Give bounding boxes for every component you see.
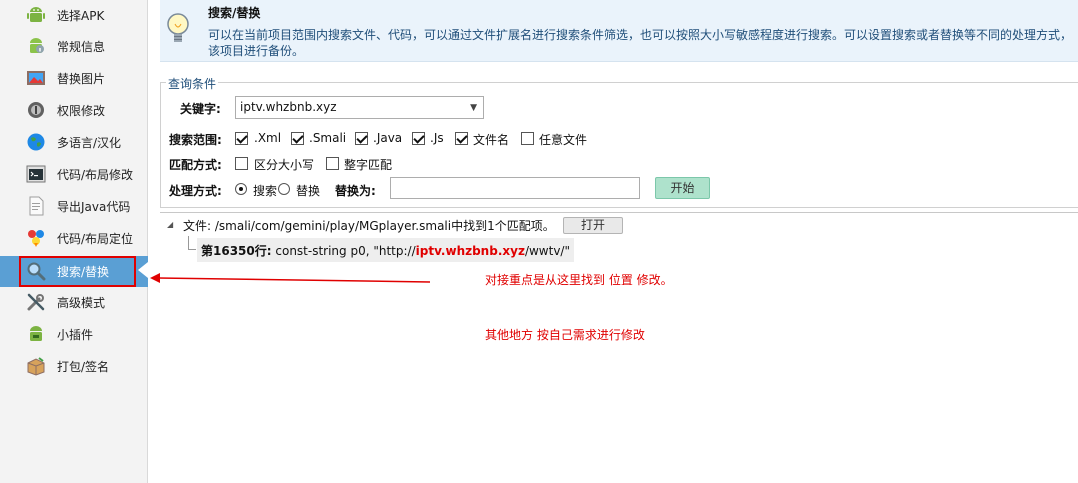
replace-with-label: 替换为: — [335, 184, 376, 198]
sidebar-item-search-replace[interactable]: 搜索/替换 — [0, 256, 148, 287]
tree-collapse-icon[interactable]: ◢ — [167, 220, 173, 229]
scope-smali-label[interactable]: .Smali — [309, 131, 346, 145]
sidebar-item-label: 打包/签名 — [57, 360, 110, 374]
result-match-line[interactable]: 第16350行: const-string p0, "http://iptv.w… — [197, 238, 574, 262]
package-icon — [27, 357, 45, 376]
sidebar-item-permission[interactable]: 权限修改 — [0, 95, 148, 125]
tools-icon — [27, 293, 45, 311]
scope-java-label[interactable]: .Java — [373, 131, 402, 145]
sidebar-item-label: 代码/布局定位 — [57, 232, 134, 246]
result-file-line[interactable]: 文件: /smali/com/gemini/play/MGplayer.smal… — [183, 217, 555, 234]
sidebar-item-replace-image[interactable]: 替换图片 — [0, 63, 148, 93]
replace-radio-label[interactable]: 替换 — [296, 182, 320, 199]
scope-label: 搜索范围: — [169, 133, 222, 147]
lightbulb-icon — [167, 13, 189, 42]
match-highlight: iptv.whzbnb.xyz — [415, 244, 525, 258]
search-radio-label[interactable]: 搜索 — [253, 182, 277, 199]
permission-icon — [28, 102, 44, 118]
scope-xml-checkbox[interactable] — [235, 132, 248, 145]
java-document-icon — [29, 196, 44, 216]
sidebar-item-label: 权限修改 — [57, 104, 106, 118]
chevron-down-icon[interactable]: ▼ — [470, 103, 477, 113]
scope-java-checkbox[interactable] — [355, 132, 368, 145]
annotation-note-2: 其他地方 按自己需求进行修改 — [485, 328, 645, 342]
scope-smali-checkbox[interactable] — [291, 132, 304, 145]
case-sensitive-checkbox[interactable] — [235, 157, 248, 170]
code-window-icon — [26, 165, 46, 183]
tree-connector — [188, 249, 196, 250]
case-sensitive-label[interactable]: 区分大小写 — [254, 156, 314, 173]
image-icon — [27, 71, 45, 85]
sidebar-item-code-layout-locate[interactable]: 代码/布局定位 — [0, 223, 148, 253]
tree-connector — [188, 236, 189, 250]
sidebar-item-label: 高级模式 — [57, 296, 106, 310]
sidebar-item-label: 导出Java代码 — [57, 200, 131, 214]
keyword-label: 关键字: — [180, 102, 221, 116]
scope-js-checkbox[interactable] — [412, 132, 425, 145]
scope-any-file-checkbox[interactable] — [521, 132, 534, 145]
open-file-button[interactable]: 打开 — [563, 217, 623, 234]
scope-filename-label[interactable]: 文件名 — [473, 131, 509, 148]
sidebar-item-plugins[interactable]: 小插件 — [0, 319, 148, 349]
magnifier-icon — [27, 262, 46, 281]
start-button[interactable]: 开始 — [655, 177, 710, 199]
sidebar-item-label: 代码/布局修改 — [57, 168, 134, 182]
whole-word-checkbox[interactable] — [326, 157, 339, 170]
sidebar-item-label: 常规信息 — [57, 40, 106, 54]
whole-word-label[interactable]: 整字匹配 — [344, 156, 392, 173]
sidebar-item-label: 小插件 — [57, 328, 94, 342]
sidebar-item-label: 替换图片 — [57, 72, 106, 86]
sidebar-item-multilang[interactable]: 多语言/汉化 — [0, 127, 148, 157]
replace-radio[interactable] — [278, 183, 290, 195]
scope-xml-label[interactable]: .Xml — [254, 131, 281, 145]
match-code-prefix: const-string p0, "http:// — [271, 244, 416, 258]
android-icon — [27, 7, 45, 22]
search-radio[interactable] — [235, 183, 247, 195]
annotation-arrow — [150, 273, 431, 283]
sidebar-item-label: 选择APK — [57, 9, 105, 23]
page-description: 可以在当前项目范围内搜索文件、代码，可以通过文件扩展名进行搜索条件筛选，也可以按… — [208, 28, 1073, 58]
page-title: 搜索/替换 — [208, 6, 261, 20]
sidebar-item-code-layout-edit[interactable]: 代码/布局修改 — [0, 159, 148, 189]
page-header: 搜索/替换 可以在当前项目范围内搜索文件、代码，可以通过文件扩展名进行搜索条件筛… — [160, 0, 1078, 62]
annotation-note-1: 对接重点是从这里找到 位置 修改。 — [485, 273, 673, 287]
match-line-number: 第16350行: — [201, 244, 272, 258]
locate-icon — [28, 230, 44, 247]
sidebar-item-pack-sign[interactable]: 打包/签名 — [0, 351, 148, 381]
sidebar-item-advanced[interactable]: 高级模式 — [0, 287, 148, 317]
sidebar-item-general-info[interactable]: 常规信息 — [0, 31, 148, 61]
scope-filename-checkbox[interactable] — [455, 132, 468, 145]
sidebar-item-select-apk[interactable]: 选择APK — [0, 0, 148, 30]
scope-any-file-label[interactable]: 任意文件 — [539, 131, 587, 148]
android-plugin-icon — [30, 326, 42, 341]
process-mode-label: 处理方式: — [169, 184, 222, 198]
match-mode-label: 匹配方式: — [169, 158, 222, 172]
sidebar-nav: 选择APK 常规信息 替换图片 权限修改 多语言/汉化 代码/布局修改 导出Ja… — [0, 0, 148, 483]
keyword-combobox[interactable]: iptv.whzbnb.xyz ▼ — [235, 96, 484, 119]
scope-js-label[interactable]: .Js — [430, 131, 444, 145]
sidebar-item-label: 多语言/汉化 — [57, 136, 122, 150]
active-item-pointer — [138, 262, 148, 278]
keyword-value: iptv.whzbnb.xyz — [240, 100, 337, 114]
android-info-icon — [30, 38, 44, 53]
match-code-suffix: /wwtv/" — [524, 244, 570, 258]
query-conditions-legend: 查询条件 — [166, 75, 219, 92]
globe-icon — [27, 133, 45, 151]
sidebar-item-export-java[interactable]: 导出Java代码 — [0, 191, 148, 221]
sidebar-item-label: 搜索/替换 — [57, 265, 110, 279]
replace-with-input[interactable] — [390, 177, 640, 199]
